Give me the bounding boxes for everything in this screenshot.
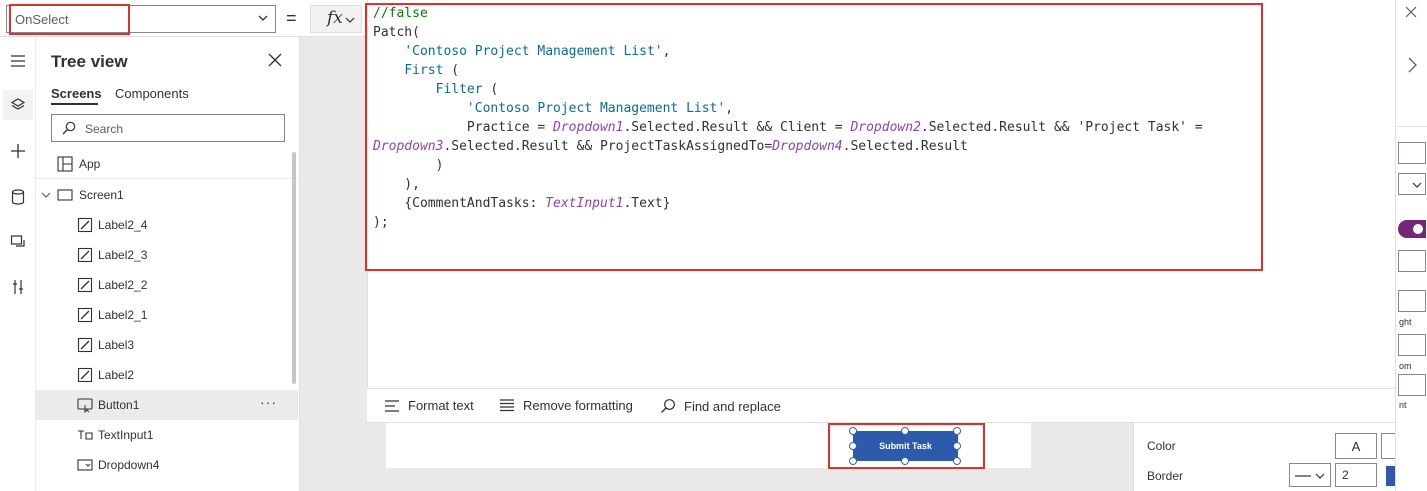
fx-button[interactable]: fx	[310, 5, 362, 33]
tree-item-label2[interactable]: Label2	[36, 360, 298, 390]
right-panel: ght om nt	[1395, 0, 1427, 491]
font-color-icon: A	[1351, 438, 1361, 454]
tree-item-label2-2[interactable]: Label2_2	[36, 270, 298, 300]
tree-item-app[interactable]: App	[36, 149, 298, 179]
tree-item-textinput1[interactable]: TextInput1	[36, 420, 298, 450]
tree-scrollbar[interactable]	[292, 152, 296, 384]
equals-sign: =	[286, 8, 297, 28]
dropdown-icon	[77, 459, 93, 471]
divider	[1397, 126, 1427, 127]
tree-item-label2-4[interactable]: Label2_4	[36, 210, 298, 240]
app-icon	[57, 156, 73, 172]
border-width-input[interactable]: 2	[1335, 463, 1377, 487]
tree-item-label: Button1	[98, 398, 140, 412]
button-icon	[77, 398, 93, 413]
search-input[interactable]: Search	[51, 114, 285, 142]
chevron-down-icon[interactable]	[40, 189, 52, 201]
tree-item-label: Dropdown4	[98, 458, 160, 472]
tree-item-label2-3[interactable]: Label2_3	[36, 240, 298, 270]
close-icon[interactable]	[268, 53, 282, 67]
tree-item-label: Label3	[98, 338, 135, 352]
border-style-dropdown[interactable]	[1289, 463, 1331, 487]
format-text-icon	[385, 399, 399, 412]
more-options-button[interactable]: ···	[260, 394, 277, 410]
label-icon	[77, 367, 93, 383]
tools-icon[interactable]	[3, 272, 33, 302]
property-input[interactable]	[1398, 250, 1426, 272]
database-icon[interactable]	[3, 182, 33, 212]
active-tab-indicator	[51, 103, 98, 105]
tree-item-label: Label2_3	[98, 248, 148, 262]
remove-formatting-button[interactable]: Remove formatting	[499, 398, 633, 413]
chevron-down-icon	[1295, 473, 1325, 479]
color-label: Color	[1147, 439, 1176, 453]
property-input[interactable]	[1398, 290, 1426, 312]
tree-item-label: Label2_4	[98, 218, 148, 232]
label-icon	[77, 337, 93, 353]
property-label-fragment: ght	[1399, 317, 1412, 327]
label-icon	[77, 247, 93, 263]
label-icon	[77, 217, 93, 233]
close-icon[interactable]	[1405, 6, 1417, 18]
format-text-button[interactable]: Format text	[384, 398, 474, 413]
tree-item-label: App	[79, 157, 101, 171]
plus-icon[interactable]	[3, 136, 33, 166]
chevron-down-icon	[345, 17, 355, 23]
find-replace-label: Find and replace	[684, 398, 781, 414]
code-highlight-box	[365, 3, 1263, 271]
hamburger-menu-icon[interactable]	[3, 46, 33, 76]
fx-icon: fx	[327, 8, 343, 28]
tree-item-label: Label2_2	[98, 278, 148, 292]
toggle-switch[interactable]	[1398, 220, 1426, 238]
property-input[interactable]	[1398, 142, 1426, 164]
tab-screens[interactable]: Screens	[51, 86, 102, 101]
tab-components[interactable]: Components	[115, 86, 189, 101]
tree-item-screen1[interactable]: Screen1	[36, 180, 298, 210]
tree-item-label: Label2	[98, 368, 135, 382]
tree-view-title: Tree view	[51, 52, 128, 71]
screen-icon	[57, 189, 73, 201]
find-replace-button[interactable]: Find and replace	[660, 398, 781, 414]
label-icon	[77, 307, 93, 323]
search-icon	[62, 121, 76, 135]
border-label: Border	[1147, 469, 1184, 483]
search-icon	[661, 399, 675, 413]
button-highlight-box	[828, 423, 985, 469]
tree-item-label: TextInput1	[98, 428, 154, 442]
remove-formatting-label: Remove formatting	[523, 398, 633, 413]
property-dropdown[interactable]	[1398, 173, 1426, 195]
tree-item-label: Screen1	[79, 188, 124, 202]
tree-view-panel: Tree view Screens Components Search App …	[36, 37, 300, 491]
text-color-picker[interactable]: A	[1335, 433, 1377, 459]
formula-format-bar: Format text Remove formatting Find and r…	[367, 388, 1395, 423]
chevron-down-icon	[1412, 182, 1422, 188]
property-highlight-box	[9, 4, 130, 35]
text-input-icon	[78, 430, 93, 440]
format-text-label: Format text	[408, 398, 474, 413]
tree-item-label3[interactable]: Label3	[36, 330, 298, 360]
property-label-fragment: om	[1399, 361, 1412, 371]
tree-item-button1[interactable]: Button1 ···	[36, 390, 298, 420]
layers-icon[interactable]	[3, 90, 33, 120]
remove-formatting-icon	[500, 399, 514, 412]
property-label-fragment: nt	[1399, 400, 1407, 410]
tree-item-dropdown4[interactable]: Dropdown4	[36, 450, 298, 480]
property-input[interactable]	[1398, 334, 1426, 356]
toggle-knob	[1413, 224, 1423, 234]
tree-item-label: Label2_1	[98, 308, 148, 322]
media-icon[interactable]	[3, 227, 33, 257]
tree-item-label2-1[interactable]: Label2_1	[36, 300, 298, 330]
chevron-right-icon[interactable]	[1406, 56, 1418, 74]
search-placeholder: Search	[85, 122, 124, 136]
property-input[interactable]	[1398, 374, 1426, 396]
properties-panel: Color A Border 2	[1133, 423, 1427, 491]
chevron-down-icon	[258, 15, 268, 21]
label-icon	[77, 277, 93, 293]
left-rail	[0, 37, 36, 491]
